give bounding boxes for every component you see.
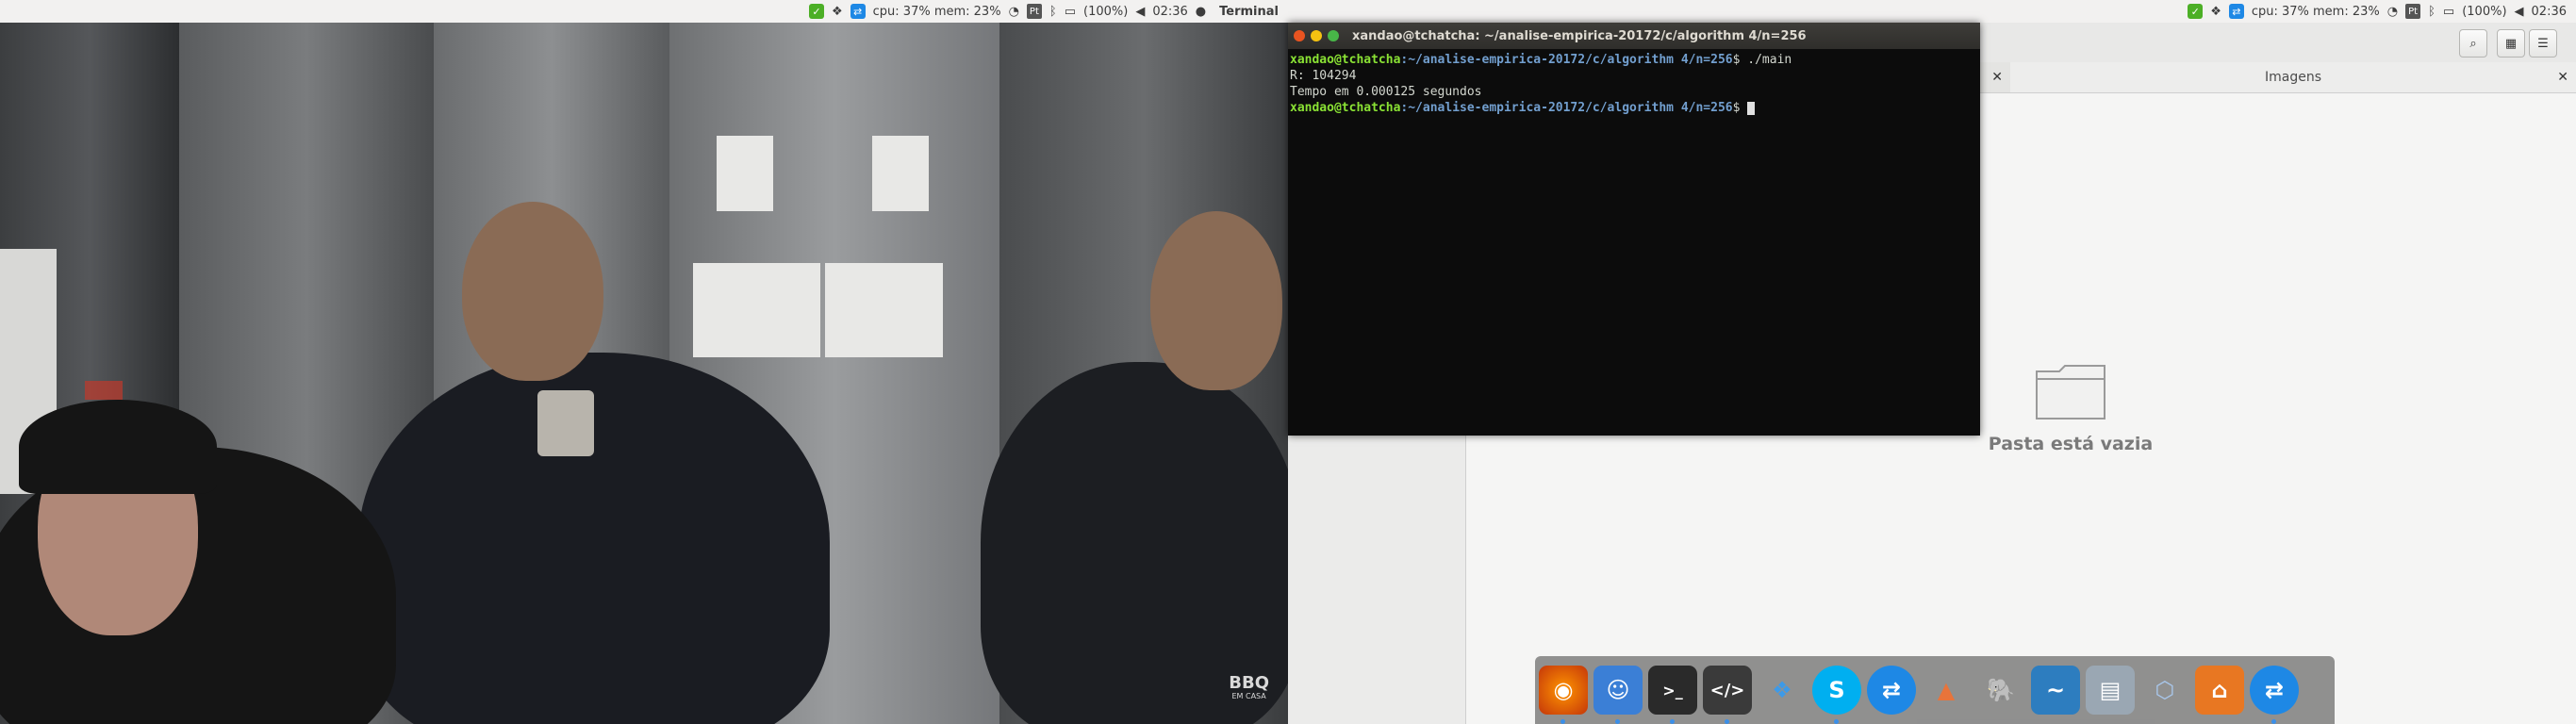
tab-imagens[interactable]: Imagens ✕ xyxy=(2010,62,2576,92)
matlab-icon[interactable]: ▲ xyxy=(1922,666,1971,715)
bluetooth-icon[interactable]: ᛒ xyxy=(2428,5,2436,19)
teamviewer-icon[interactable]: ⇄ xyxy=(2228,4,2244,19)
cpu-mem-indicator[interactable]: cpu: 37% mem: 23% xyxy=(873,5,1001,19)
menubar-right: ✓ ❖ ⇄ cpu: 37% mem: 23% ◔ Pt ᛒ ▭ (100%) … xyxy=(1288,0,2576,23)
close-tab-icon[interactable]: ✕ xyxy=(2557,70,2568,85)
video-watermark: BBQ EM CASA xyxy=(1229,675,1269,703)
search-button[interactable]: ⌕ xyxy=(2459,29,2487,58)
clock[interactable]: 02:36 xyxy=(2532,5,2567,19)
finder-icon[interactable]: ☺ xyxy=(1593,666,1643,724)
teamviewer-icon[interactable]: ⇄ xyxy=(1867,666,1916,715)
teamviewer-icon[interactable]: ⇄ xyxy=(850,4,866,19)
skype-icon[interactable]: S xyxy=(1812,666,1861,724)
volume-icon[interactable]: ◀ xyxy=(2515,5,2524,19)
video-frame: BBQ EM CASA xyxy=(0,23,1288,724)
menu-button[interactable]: ☰ xyxy=(2529,29,2557,58)
view-grid-button[interactable]: ▦ xyxy=(2497,29,2525,58)
active-app-name: Terminal xyxy=(1219,4,1279,19)
indicator-area-right: ✓ ❖ ⇄ cpu: 37% mem: 23% ◔ Pt ᛒ ▭ (100%) … xyxy=(2188,4,2576,19)
wifi-icon[interactable]: ◔ xyxy=(1009,5,1019,19)
shield-icon[interactable]: ✓ xyxy=(808,4,824,19)
folder-icon xyxy=(2036,365,2105,420)
watermark-sub: EM CASA xyxy=(1231,692,1266,700)
close-window-button[interactable] xyxy=(1294,30,1305,41)
menubar-left: ✓ ❖ ⇄ cpu: 37% mem: 23% ◔ Pt ᛒ ▭ (100%) … xyxy=(0,0,1288,23)
terminal-titlebar[interactable]: xandao@tchatcha: ~/analise-empirica-2017… xyxy=(1288,23,1980,49)
mysql-workbench-icon[interactable]: ~ xyxy=(2031,666,2080,715)
firefox-icon[interactable]: ◉ xyxy=(1539,666,1588,724)
bluetooth-icon[interactable]: ᛒ xyxy=(1049,5,1057,19)
tab-label: Imagens xyxy=(2264,70,2321,85)
grid-icon: ▦ xyxy=(2504,36,2518,51)
dock: ◉ ☺ >_ </> ❖ S ⇄ ▲ 🐘 ~ ▤ ⬡ ⌂ ⇄ xyxy=(1535,656,2335,724)
ubuntu-software-icon[interactable]: ⌂ xyxy=(2195,666,2244,715)
virtualbox-icon[interactable]: ⬡ xyxy=(2140,666,2189,715)
empty-folder-text: Pasta está vazia xyxy=(1988,434,2154,454)
battery-percent[interactable]: (100%) xyxy=(2462,5,2506,19)
minimize-window-button[interactable] xyxy=(1311,30,1322,41)
prompt-user: xandao@tchatcha xyxy=(1290,101,1401,115)
postgresql-icon[interactable]: 🐘 xyxy=(1976,666,2025,715)
battery-percent[interactable]: (100%) xyxy=(1083,5,1128,19)
terminal-line: xandao@tchatcha:~/analise-empirica-20172… xyxy=(1290,52,1978,68)
teamviewer-2-icon[interactable]: ⇄ xyxy=(2250,666,2299,724)
prompt-command: $ xyxy=(1732,101,1748,115)
terminal-line: R: 104294 xyxy=(1290,69,1357,83)
dropbox-icon[interactable]: ❖ xyxy=(832,5,843,19)
system-menu-icon[interactable]: ● xyxy=(1196,5,1206,19)
indicator-area-left: ✓ ❖ ⇄ cpu: 37% mem: 23% ◔ Pt ᛒ ▭ (100%) … xyxy=(808,4,1288,19)
terminal-window[interactable]: xandao@tchatcha: ~/analise-empirica-2017… xyxy=(1288,23,1980,436)
search-icon: ⌕ xyxy=(2469,36,2477,51)
close-tab-icon[interactable]: ✕ xyxy=(1991,70,2003,85)
terminal-cursor xyxy=(1747,101,1756,115)
hamburger-icon: ☰ xyxy=(2537,36,2549,51)
terminal-output[interactable]: xandao@tchatcha:~/analise-empirica-20172… xyxy=(1288,49,1980,119)
maximize-window-button[interactable] xyxy=(1328,30,1339,41)
dropbox-icon[interactable]: ❖ xyxy=(2210,5,2221,19)
wifi-icon[interactable]: ◔ xyxy=(2387,5,2398,19)
terminal-line: Tempo em 0.000125 segundos xyxy=(1290,85,1482,99)
scanner-icon[interactable]: ▤ xyxy=(2086,666,2135,715)
terminal-line: xandao@tchatcha:~/analise-empirica-20172… xyxy=(1290,100,1978,116)
prompt-command: $ ./main xyxy=(1732,53,1792,67)
terminal-icon[interactable]: >_ xyxy=(1648,666,1697,724)
clock[interactable]: 02:36 xyxy=(1152,5,1187,19)
code-editor-icon[interactable]: </> xyxy=(1703,666,1752,724)
shield-icon[interactable]: ✓ xyxy=(2188,4,2204,19)
dropbox-icon[interactable]: ❖ xyxy=(1758,666,1807,715)
prompt-user: xandao@tchatcha xyxy=(1290,53,1401,67)
language-indicator[interactable]: Pt xyxy=(1026,4,1042,19)
battery-icon[interactable]: ▭ xyxy=(1065,5,1076,19)
volume-icon[interactable]: ◀ xyxy=(1135,5,1145,19)
prompt-path: :~/analise-empirica-20172/c/algorithm 4/… xyxy=(1400,101,1733,115)
battery-icon[interactable]: ▭ xyxy=(2443,5,2454,19)
terminal-title: xandao@tchatcha: ~/analise-empirica-2017… xyxy=(1352,28,1807,43)
prompt-path: :~/analise-empirica-20172/c/algorithm 4/… xyxy=(1400,53,1733,67)
language-indicator[interactable]: Pt xyxy=(2405,4,2421,19)
cpu-mem-indicator[interactable]: cpu: 37% mem: 23% xyxy=(2252,5,2380,19)
